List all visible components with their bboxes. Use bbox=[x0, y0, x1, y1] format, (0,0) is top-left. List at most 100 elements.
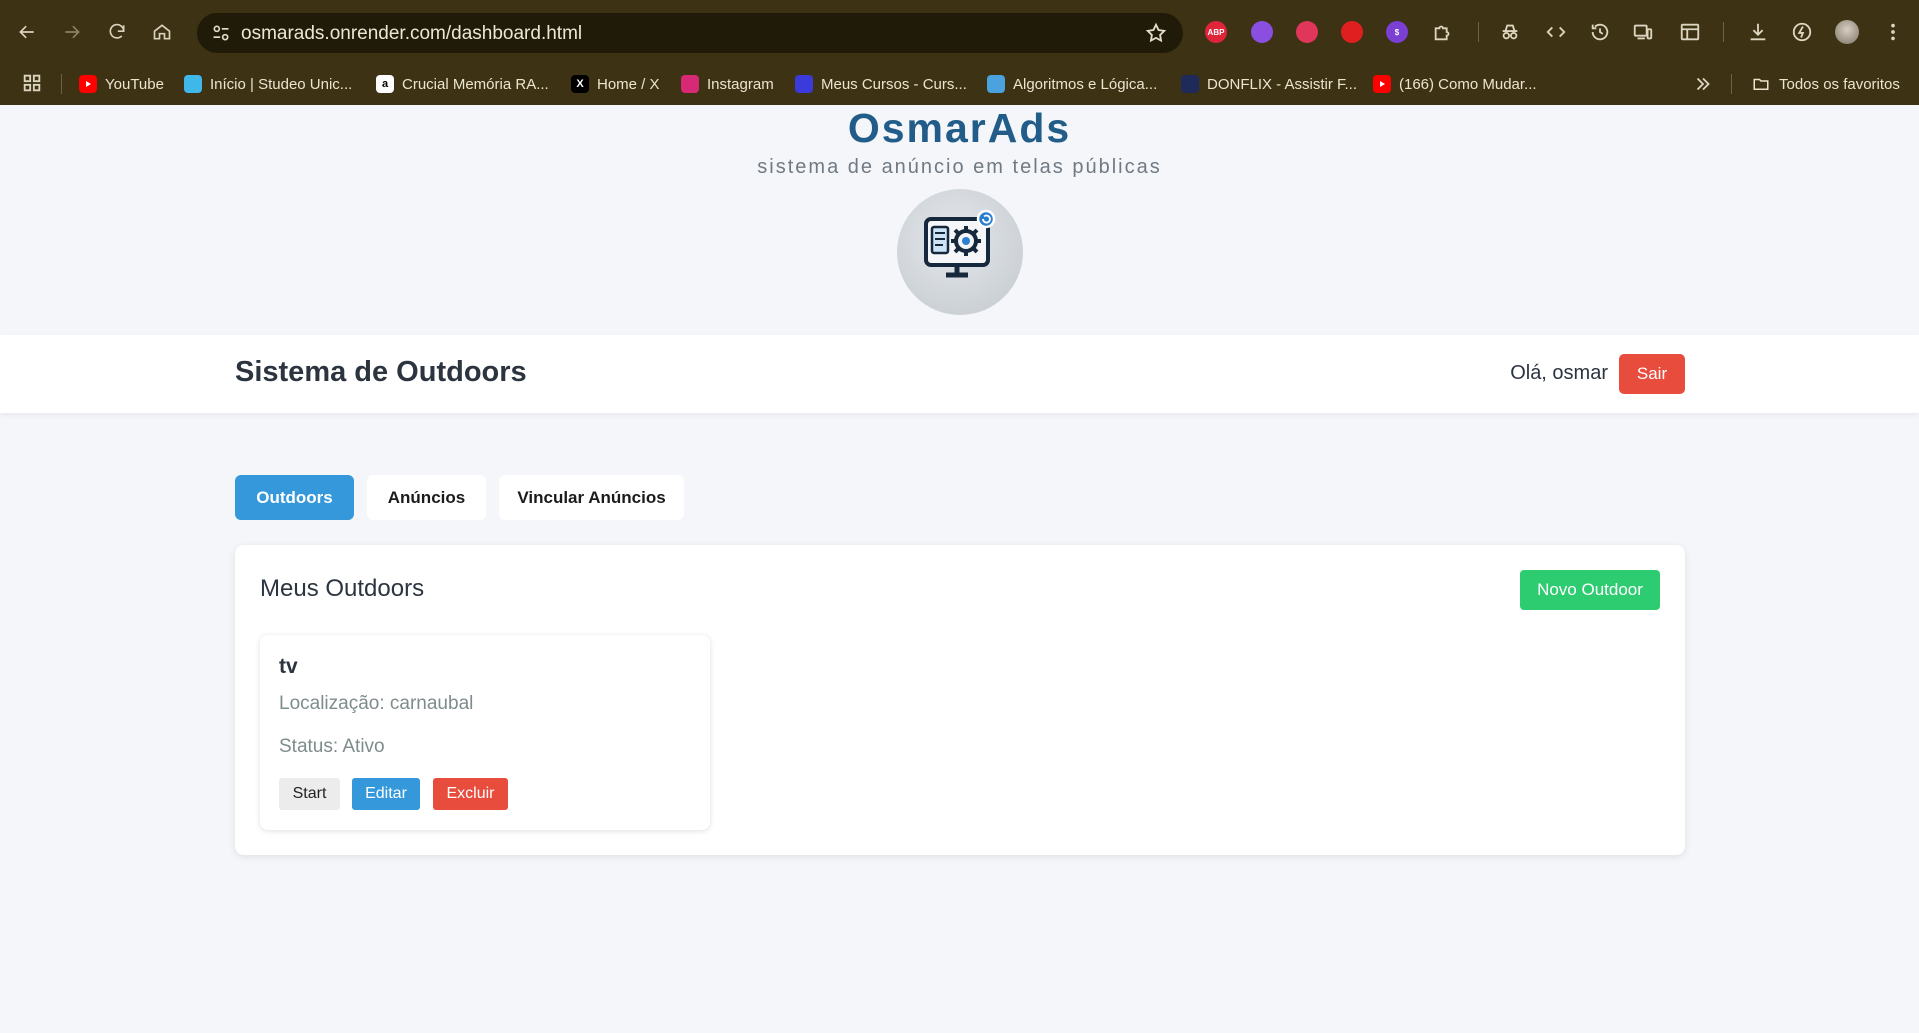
forward-button[interactable] bbox=[57, 17, 87, 47]
bookmark-label: Início | Studeo Unic... bbox=[210, 75, 353, 93]
tab-anuncios[interactable]: Anúncios bbox=[367, 475, 486, 520]
bookmark-item[interactable]: YouTube bbox=[79, 73, 164, 95]
toolbar-separator bbox=[1723, 22, 1724, 42]
app-title: Sistema de Outdoors bbox=[235, 356, 527, 388]
user-greeting: Olá, osmar bbox=[1510, 362, 1608, 384]
side-panel-icon bbox=[1680, 23, 1700, 41]
hand-ext-icon bbox=[1341, 21, 1363, 43]
bookmark-label: (166) Como Mudar... bbox=[1399, 75, 1537, 93]
profile-ext-icon bbox=[1296, 21, 1318, 43]
more-bookmarks-button[interactable] bbox=[1690, 71, 1716, 97]
gear-ext-icon bbox=[1251, 21, 1273, 43]
extension-button[interactable]: $ bbox=[1384, 19, 1410, 45]
new-outdoor-button[interactable]: Novo Outdoor bbox=[1520, 570, 1660, 610]
logout-button[interactable]: Sair bbox=[1619, 354, 1685, 394]
studeo-icon bbox=[184, 75, 202, 93]
bookmark-label: YouTube bbox=[105, 75, 164, 93]
toolbar-separator bbox=[1478, 22, 1479, 42]
avatar-icon bbox=[1835, 20, 1859, 44]
app-header: Sistema de Outdoors Olá, osmar Sair bbox=[0, 335, 1919, 413]
bookmark-item[interactable]: Instagram bbox=[681, 73, 774, 95]
extensions-menu-button[interactable] bbox=[1430, 19, 1456, 45]
donflix-icon bbox=[1181, 75, 1199, 93]
brand-subtitle: sistema de anúncio em telas públicas bbox=[757, 156, 1162, 178]
back-button[interactable] bbox=[12, 17, 42, 47]
bookmark-label: Crucial Memória RA... bbox=[402, 75, 549, 93]
youtube-icon bbox=[1373, 75, 1391, 93]
tab-outdoors[interactable]: Outdoors bbox=[235, 475, 354, 520]
outdoor-location: Localização: carnaubal bbox=[279, 693, 474, 714]
devices-button[interactable] bbox=[1630, 19, 1656, 45]
apps-button[interactable] bbox=[19, 70, 45, 96]
tab-vincular-anuncios[interactable]: Vincular Anúncios bbox=[499, 475, 684, 520]
more-vert-icon bbox=[1891, 23, 1895, 41]
all-bookmarks-folder[interactable]: Todos os favoritos bbox=[1751, 73, 1900, 95]
puzzle-icon bbox=[1434, 25, 1450, 41]
home-button[interactable] bbox=[147, 17, 177, 47]
browser-chrome: osmarads.onrender.com/dashboard.html ABP… bbox=[0, 0, 1919, 105]
devices-icon bbox=[1633, 24, 1653, 40]
courses-icon bbox=[795, 75, 813, 93]
downloads-button[interactable] bbox=[1745, 19, 1771, 45]
incognito-icon bbox=[1502, 24, 1518, 40]
site-info-icon[interactable] bbox=[211, 23, 231, 43]
history-button[interactable] bbox=[1587, 19, 1613, 45]
algorithms-icon bbox=[987, 75, 1005, 93]
bookmark-separator bbox=[1731, 74, 1732, 94]
address-bar[interactable]: osmarads.onrender.com/dashboard.html bbox=[197, 13, 1183, 53]
arrow-right-icon bbox=[65, 25, 80, 39]
bookmark-star-icon[interactable] bbox=[1145, 22, 1167, 44]
brand-logo bbox=[897, 189, 1023, 315]
extension-button[interactable]: ABP bbox=[1203, 19, 1229, 45]
code-icon bbox=[1546, 26, 1566, 38]
outdoor-name: tv bbox=[279, 655, 298, 678]
dashboard-page: OsmarAds sistema de anúncio em telas púb… bbox=[0, 105, 1919, 1033]
edit-button[interactable]: Editar bbox=[352, 778, 420, 810]
folder-icon bbox=[1753, 78, 1769, 90]
panel-title: Meus Outdoors bbox=[260, 575, 425, 602]
bookmark-item[interactable]: (166) Como Mudar... bbox=[1373, 73, 1537, 95]
double-chevron-icon bbox=[1696, 77, 1710, 91]
performance-button[interactable] bbox=[1789, 19, 1815, 45]
reload-button[interactable] bbox=[102, 17, 132, 47]
delete-button[interactable]: Excluir bbox=[433, 778, 508, 810]
bookmark-item[interactable]: DONFLIX - Assistir F... bbox=[1181, 73, 1357, 95]
history-icon bbox=[1591, 23, 1609, 41]
bookmark-label: Home / X bbox=[597, 75, 660, 93]
side-panel-button[interactable] bbox=[1677, 19, 1703, 45]
bookmark-item[interactable]: X Home / X bbox=[571, 73, 660, 95]
performance-icon bbox=[1792, 22, 1812, 42]
menu-button[interactable] bbox=[1880, 19, 1906, 45]
x-icon: X bbox=[571, 75, 589, 93]
arrow-left-icon bbox=[19, 25, 34, 39]
bookmark-label: Instagram bbox=[707, 75, 774, 93]
monitor-gear-icon bbox=[924, 209, 996, 278]
browser-toolbar: osmarads.onrender.com/dashboard.html ABP… bbox=[0, 0, 1919, 64]
adblock-icon: ABP bbox=[1205, 21, 1227, 43]
devtools-button[interactable] bbox=[1543, 19, 1569, 45]
home-icon bbox=[153, 24, 171, 40]
bookmark-item[interactable]: Início | Studeo Unic... bbox=[184, 73, 352, 95]
incognito-button[interactable] bbox=[1497, 19, 1523, 45]
bookmarks-bar: YouTube Início | Studeo Unic... a Crucial M… bbox=[0, 64, 1919, 105]
extension-button[interactable] bbox=[1339, 19, 1365, 45]
start-button[interactable]: Start bbox=[279, 778, 340, 810]
apps-grid-icon bbox=[23, 74, 41, 92]
all-bookmarks-label: Todos os favoritos bbox=[1779, 75, 1900, 93]
extension-button[interactable] bbox=[1249, 19, 1275, 45]
bookmark-item[interactable]: a Crucial Memória RA... bbox=[376, 73, 549, 95]
reload-icon bbox=[109, 23, 125, 39]
bookmark-label: Meus Cursos - Curs... bbox=[821, 75, 967, 93]
dollar-ext-icon: $ bbox=[1386, 21, 1408, 43]
url-text[interactable]: osmarads.onrender.com/dashboard.html bbox=[241, 23, 582, 45]
bookmark-item[interactable]: Meus Cursos - Curs... bbox=[795, 73, 967, 95]
amazon-icon: a bbox=[376, 75, 394, 93]
youtube-icon bbox=[79, 75, 97, 93]
outdoors-panel: Meus Outdoors Novo Outdoor tv Localizaçã… bbox=[235, 545, 1685, 855]
download-icon bbox=[1750, 23, 1766, 41]
outdoor-card: tv Localização: carnaubal Status: Ativo … bbox=[260, 635, 710, 830]
bookmark-item[interactable]: Algoritmos e Lógica... bbox=[987, 73, 1157, 95]
bookmark-separator bbox=[61, 74, 62, 94]
extension-button[interactable] bbox=[1294, 19, 1320, 45]
profile-avatar[interactable] bbox=[1834, 19, 1860, 45]
